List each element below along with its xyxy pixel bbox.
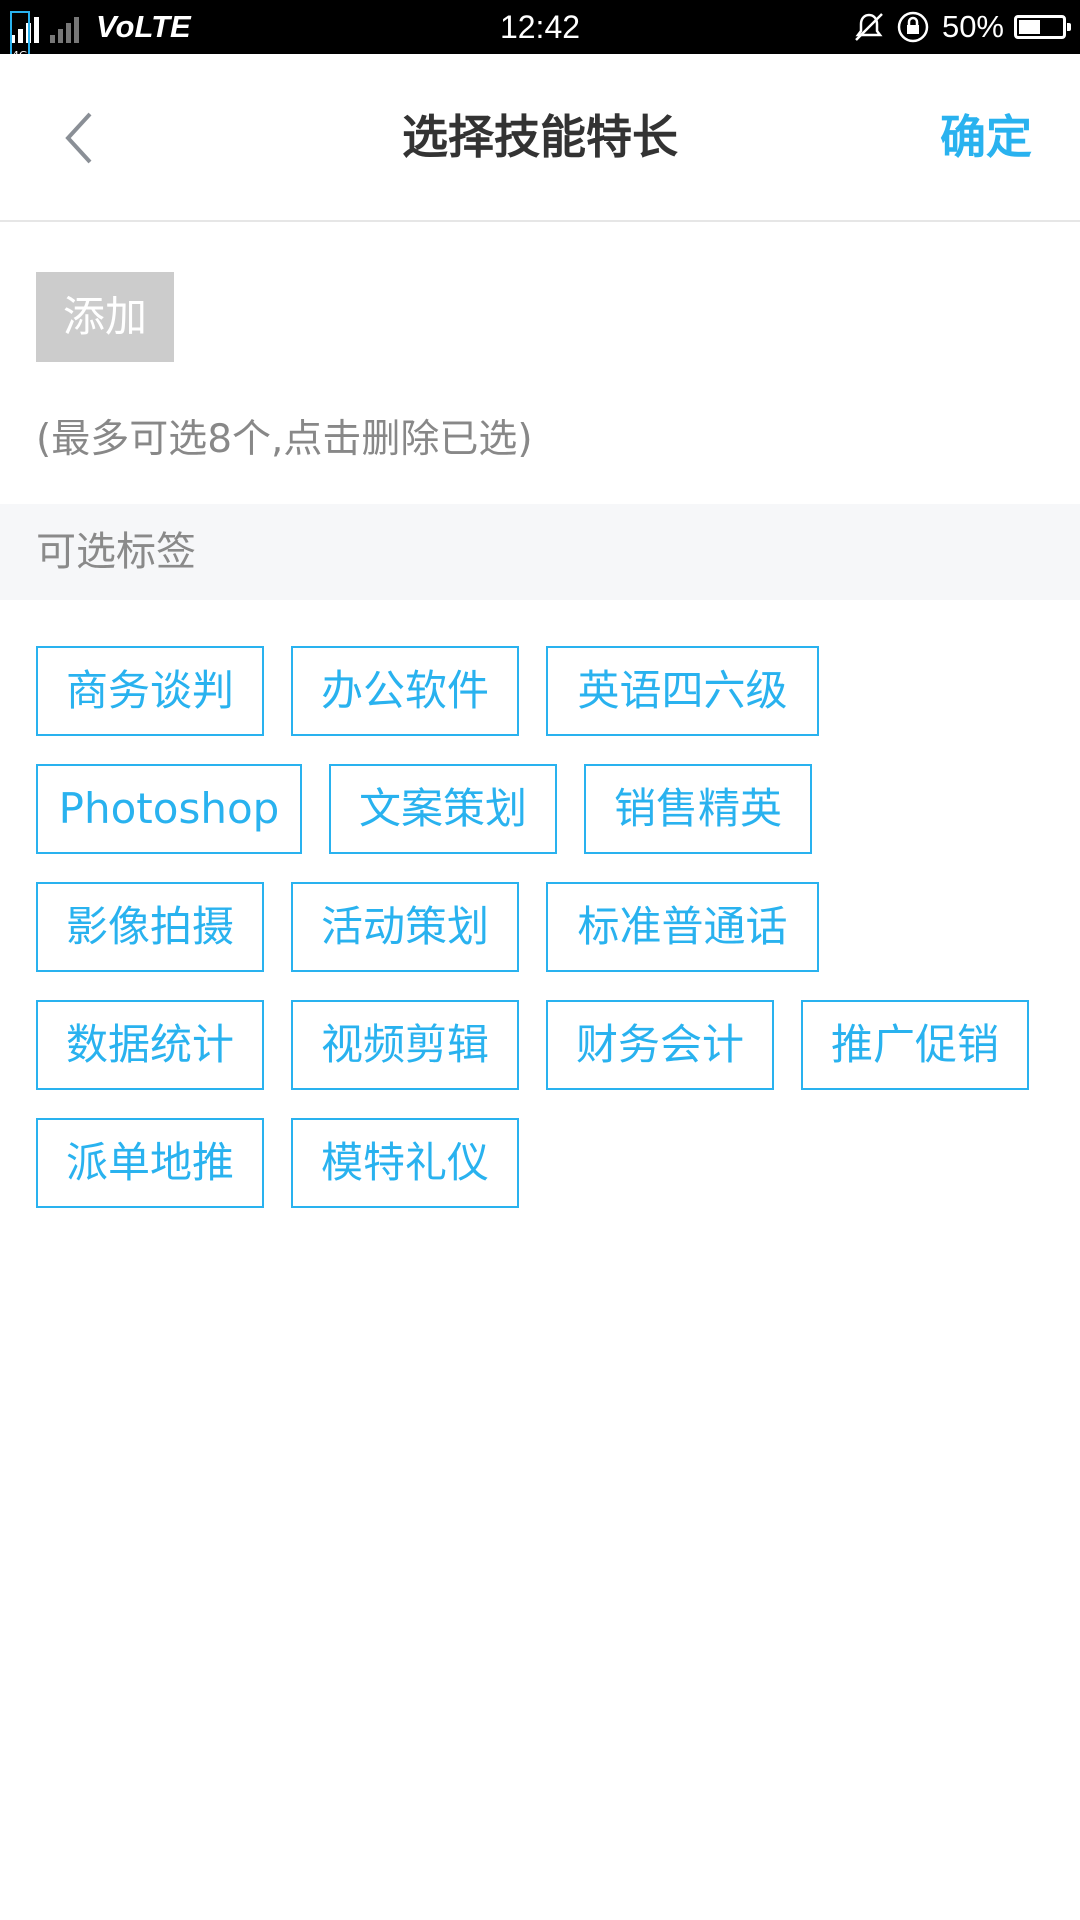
battery-level-fill (1019, 20, 1040, 34)
status-bar: 4G VoLTE 12:42 50% (0, 0, 1080, 101)
tag-item[interactable]: 视频剪辑 (291, 1000, 519, 1090)
tag-item[interactable]: 标准普通话 (546, 882, 819, 972)
tag-item[interactable]: 财务会计 (546, 1000, 774, 1090)
tag-item[interactable]: 办公软件 (291, 646, 519, 736)
top-nav-bar: 选择技能特长 确定 (0, 54, 1080, 222)
tag-item[interactable]: 数据统计 (36, 1000, 264, 1090)
page-title: 选择技能特长 (402, 110, 678, 164)
tag-item[interactable]: 派单地推 (36, 1118, 264, 1208)
add-button[interactable]: 添加 (36, 272, 174, 362)
status-right: 50% (842, 0, 1071, 54)
tag-item[interactable]: 商务谈判 (36, 646, 264, 736)
tag-item[interactable]: 英语四六级 (546, 646, 819, 736)
tag-item[interactable]: Photoshop (36, 764, 302, 854)
tag-item[interactable]: 销售精英 (584, 764, 812, 854)
tag-item[interactable]: 影像拍摄 (36, 882, 264, 972)
battery-icon (1014, 15, 1071, 39)
tag-item[interactable]: 活动策划 (291, 882, 519, 972)
selection-hint: (最多可选8个,点击删除已选) (36, 417, 533, 462)
section-header: 可选标签 (0, 504, 1080, 600)
tag-item[interactable]: 文案策划 (329, 764, 557, 854)
battery-percent: 50% (941, 9, 1004, 44)
tag-item[interactable]: 推广促销 (801, 1000, 1029, 1090)
rotation-lock-icon (896, 10, 930, 44)
section-title: 可选标签 (36, 529, 196, 575)
tag-item[interactable]: 模特礼仪 (291, 1118, 519, 1208)
confirm-button[interactable]: 确定 (940, 54, 1032, 220)
mute-vibrate-icon (852, 10, 886, 44)
